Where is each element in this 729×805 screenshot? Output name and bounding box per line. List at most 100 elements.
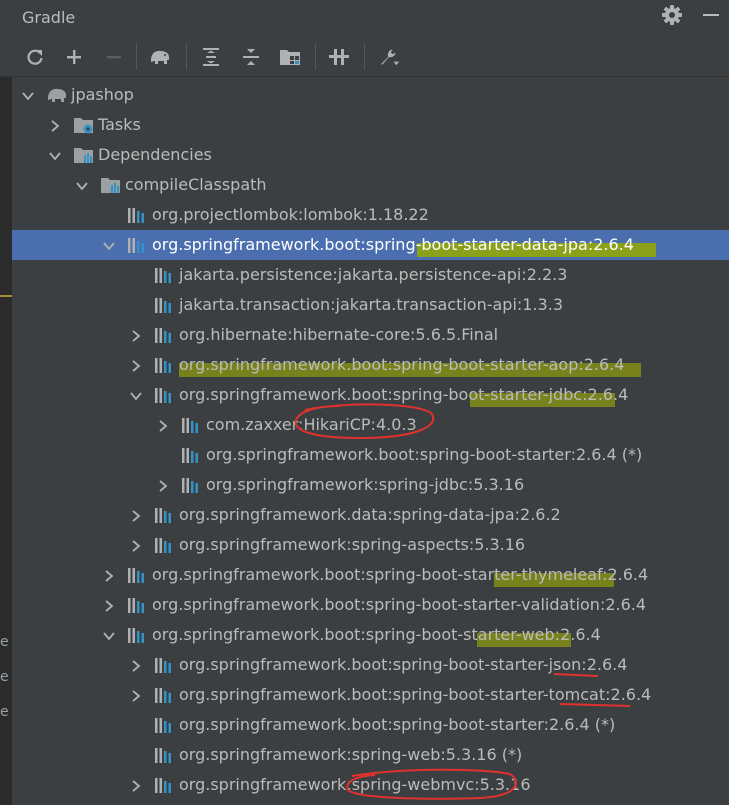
- editor-scroll-marker: [0, 295, 12, 297]
- chevron-right-icon[interactable]: [129, 328, 143, 342]
- library-icon: [154, 506, 172, 524]
- chevron-right-icon[interactable]: [129, 658, 143, 672]
- library-icon: [154, 296, 172, 314]
- chevron-right-icon[interactable]: [156, 478, 170, 492]
- tree-row-label: org.springframework.data:spring-data-jpa…: [179, 505, 561, 524]
- tree-row-label: org.springframework.boot:spring-boot-sta…: [179, 355, 625, 374]
- library-icon: [181, 416, 199, 434]
- remove-icon[interactable]: [103, 46, 125, 68]
- library-icon: [154, 386, 172, 404]
- tree-row-label: com.zaxxer:HikariCP:4.0.3: [206, 415, 417, 434]
- tree-row-label: org.springframework.boot:spring-boot-sta…: [179, 685, 652, 704]
- chevron-right-icon[interactable]: [156, 418, 170, 432]
- chevron-right-icon[interactable]: [48, 118, 62, 132]
- library-icon: [154, 326, 172, 344]
- tree-row[interactable]: compileClasspath: [12, 170, 729, 200]
- elephant-icon[interactable]: [149, 46, 171, 68]
- library-icon: [154, 266, 172, 284]
- tree-row[interactable]: Tasks: [12, 110, 729, 140]
- tree-row-label: Dependencies: [98, 145, 212, 164]
- tree-row-label: org.springframework:spring-webmvc:5.3.16: [179, 775, 531, 794]
- dependency-tree[interactable]: jpashop Tasks Dependencies compileClasspath…: [12, 80, 729, 805]
- tree-row-label: org.projectlombok:lombok:1.18.22: [152, 205, 429, 224]
- tree-row[interactable]: org.springframework.boot:spring-boot-sta…: [12, 590, 729, 620]
- tree-row[interactable]: jpashop: [12, 80, 729, 110]
- tree-row[interactable]: Dependencies: [12, 140, 729, 170]
- library-icon: [181, 446, 199, 464]
- tree-row[interactable]: org.springframework.boot:spring-boot-sta…: [12, 650, 729, 680]
- chevron-down-icon[interactable]: [75, 178, 89, 192]
- tree-row[interactable]: org.springframework.boot:spring-boot-sta…: [12, 350, 729, 380]
- library-icon: [154, 356, 172, 374]
- chevron-down-icon[interactable]: [129, 388, 143, 402]
- group-modules-icon[interactable]: [279, 46, 301, 68]
- tree-row-label: jakarta.persistence:jakarta.persistence-…: [179, 265, 568, 284]
- folder-gear-icon: [73, 116, 93, 134]
- toolbar-separator: [315, 44, 316, 70]
- tree-row[interactable]: org.springframework.boot:spring-boot-sta…: [12, 380, 729, 410]
- chevron-right-icon[interactable]: [129, 778, 143, 792]
- chevron-right-icon[interactable]: [129, 508, 143, 522]
- toggle-offline-icon[interactable]: [328, 46, 350, 68]
- toolbar-divider: [0, 76, 729, 77]
- tree-row[interactable]: org.hibernate:hibernate-core:5.6.5.Final: [12, 320, 729, 350]
- library-icon: [127, 596, 145, 614]
- tree-row[interactable]: org.springframework.boot:spring-boot-sta…: [12, 440, 729, 470]
- tree-row[interactable]: org.projectlombok:lombok:1.18.22: [12, 200, 729, 230]
- add-icon[interactable]: [63, 46, 85, 68]
- tree-row[interactable]: org.springframework.boot:spring-boot-sta…: [12, 710, 729, 740]
- reload-all-icon[interactable]: [24, 46, 46, 68]
- chevron-right-icon[interactable]: [129, 538, 143, 552]
- chevron-down-icon[interactable]: [102, 238, 116, 252]
- tree-row-label: org.springframework.boot:spring-boot-sta…: [152, 565, 649, 584]
- toolbar-separator: [136, 44, 137, 70]
- chevron-right-icon[interactable]: [102, 598, 116, 612]
- chevron-right-icon[interactable]: [129, 358, 143, 372]
- chevron-right-icon[interactable]: [102, 568, 116, 582]
- library-icon: [154, 686, 172, 704]
- tree-row[interactable]: jakarta.persistence:jakarta.persistence-…: [12, 260, 729, 290]
- tree-row[interactable]: jakarta.transaction:jakarta.transaction-…: [12, 290, 729, 320]
- elephant-icon: [46, 86, 66, 104]
- library-icon: [154, 746, 172, 764]
- chevron-down-icon[interactable]: [21, 88, 35, 102]
- expand-all-icon[interactable]: [200, 46, 222, 68]
- gradle-toolbar: [0, 38, 729, 76]
- tree-row-label: jpashop: [71, 85, 134, 104]
- tree-row-label: org.springframework.boot:spring-boot-sta…: [179, 385, 629, 404]
- library-icon: [154, 776, 172, 794]
- tree-row[interactable]: org.springframework.boot:spring-boot-sta…: [12, 230, 729, 260]
- chevron-right-icon[interactable]: [129, 688, 143, 702]
- tree-row[interactable]: org.springframework:spring-jdbc:5.3.16: [12, 470, 729, 500]
- tree-row[interactable]: org.springframework.data:spring-data-jpa…: [12, 500, 729, 530]
- tree-row-label: org.springframework.boot:spring-boot-sta…: [152, 235, 634, 254]
- editor-text-fragment: e: [0, 634, 9, 650]
- chevron-down-icon[interactable]: [102, 628, 116, 642]
- collapse-all-icon[interactable]: [240, 46, 262, 68]
- tree-row[interactable]: org.springframework:spring-web:5.3.16 (*…: [12, 740, 729, 770]
- tool-window-header: Gradle: [0, 0, 729, 34]
- tool-window-title: Gradle: [22, 8, 76, 27]
- toolbar-separator: [364, 44, 365, 70]
- tree-row-label: org.springframework.boot:spring-boot-sta…: [206, 445, 643, 464]
- toolbar-separator: [186, 44, 187, 70]
- tree-row-label: Tasks: [98, 115, 141, 134]
- gear-icon[interactable]: [661, 4, 683, 26]
- tree-row-label: org.springframework.boot:spring-boot-sta…: [152, 625, 601, 644]
- build-tool-settings-icon[interactable]: [378, 46, 400, 68]
- minimize-icon[interactable]: [703, 14, 719, 16]
- tree-row-label: org.springframework:spring-web:5.3.16 (*…: [179, 745, 523, 764]
- tree-row[interactable]: org.springframework.boot:spring-boot-sta…: [12, 620, 729, 650]
- tree-row-label: org.hibernate:hibernate-core:5.6.5.Final: [179, 325, 499, 344]
- tree-row[interactable]: org.springframework:spring-webmvc:5.3.16: [12, 770, 729, 800]
- tree-row-label: org.springframework.boot:spring-boot-sta…: [179, 715, 616, 734]
- chevron-down-icon[interactable]: [48, 148, 62, 162]
- tree-row[interactable]: org.springframework.boot:spring-boot-sta…: [12, 680, 729, 710]
- tree-row[interactable]: org.springframework.boot:spring-boot-sta…: [12, 560, 729, 590]
- tree-row[interactable]: org.springframework:spring-aspects:5.3.1…: [12, 530, 729, 560]
- tree-row[interactable]: com.zaxxer:HikariCP:4.0.3: [12, 410, 729, 440]
- library-icon: [127, 206, 145, 224]
- library-icon: [154, 536, 172, 554]
- library-icon: [127, 236, 145, 254]
- left-editor-edge: e e e: [0, 77, 12, 805]
